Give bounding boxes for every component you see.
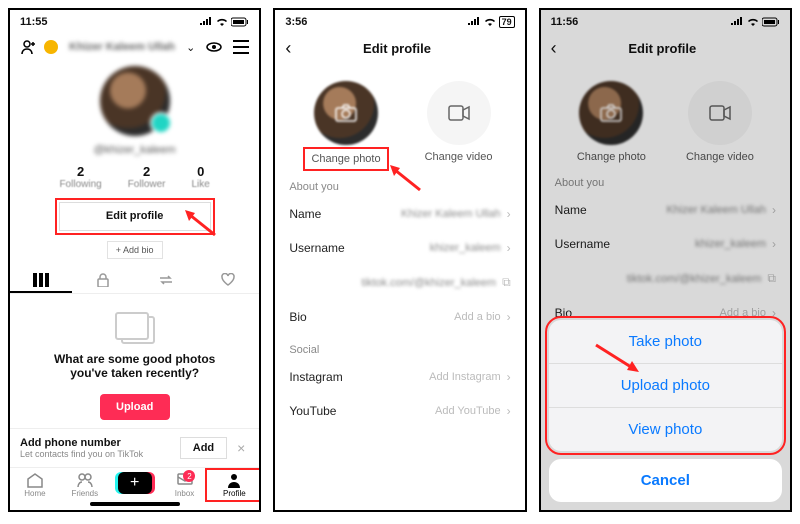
home-indicator xyxy=(90,502,180,506)
chevron-right-icon: › xyxy=(507,404,511,418)
video-icon xyxy=(448,105,470,121)
signal-icon xyxy=(199,17,213,27)
back-icon[interactable]: ‹ xyxy=(285,38,291,59)
chevron-down-icon[interactable]: ⌄ xyxy=(186,41,195,54)
battery-icon xyxy=(231,17,249,27)
chevron-right-icon: › xyxy=(507,207,511,221)
wifi-icon xyxy=(746,17,760,27)
stat-follower[interactable]: 2Follower xyxy=(128,164,166,190)
sheet-cancel[interactable]: Cancel xyxy=(549,459,782,502)
add-bio-button[interactable]: + Add bio xyxy=(107,241,163,259)
profile-tabs xyxy=(10,267,259,294)
copy-icon: ⧉ xyxy=(502,275,511,290)
avatar[interactable] xyxy=(100,66,170,136)
upload-button[interactable]: Upload xyxy=(100,394,170,420)
change-video-button[interactable]: Change video xyxy=(686,81,754,163)
tab-home[interactable]: Home xyxy=(10,472,60,498)
status-bar: 3:56 79 xyxy=(275,10,524,34)
change-video-label: Change video xyxy=(425,151,493,163)
wifi-icon xyxy=(483,17,497,27)
change-photo-button[interactable]: Change photo xyxy=(307,81,384,167)
signal-icon xyxy=(467,17,481,27)
inbox-badge: 2 xyxy=(183,470,195,482)
video-icon xyxy=(709,105,731,121)
edit-profile-button[interactable]: Edit profile xyxy=(59,202,211,232)
row-name[interactable]: NameKhizer Kaleem Ullah› xyxy=(541,193,790,227)
change-photo-button[interactable]: Change photo xyxy=(577,81,646,163)
change-photo-label: Change photo xyxy=(307,151,384,167)
tab-reposts[interactable] xyxy=(135,267,197,293)
tab-bar: Home Friends + 2Inbox Profile xyxy=(10,467,259,500)
change-video-label: Change video xyxy=(686,151,754,163)
page-title: Edit profile xyxy=(297,41,496,56)
sheet-upload-photo[interactable]: Upload photo xyxy=(549,364,782,408)
row-username[interactable]: Usernamekhizer_kaleem› xyxy=(541,227,790,261)
camera-icon xyxy=(600,104,622,122)
handle: @khizer_kaleem xyxy=(10,144,259,156)
image-placeholder-icon xyxy=(115,312,155,344)
chevron-right-icon: › xyxy=(507,310,511,324)
change-video-button[interactable]: Change video xyxy=(425,81,493,167)
camera-icon xyxy=(335,104,357,122)
status-icons xyxy=(199,17,249,27)
row-bio[interactable]: BioAdd a bio› xyxy=(275,300,524,334)
stat-following[interactable]: 2Following xyxy=(59,164,101,190)
row-youtube[interactable]: YouTubeAdd YouTube› xyxy=(275,394,524,428)
row-name[interactable]: NameKhizer Kaleem Ullah› xyxy=(275,197,524,231)
battery-icon: 79 xyxy=(499,16,515,28)
add-friend-icon[interactable] xyxy=(20,38,38,56)
stats: 2Following 2Follower 0Like xyxy=(10,164,259,190)
tab-private[interactable] xyxy=(72,267,134,293)
coin-icon[interactable] xyxy=(44,40,58,54)
sheet-take-photo[interactable]: Take photo xyxy=(549,320,782,364)
username-dropdown[interactable]: Khizer Kaleem Ullah xyxy=(64,41,180,53)
section-about: About you xyxy=(541,167,790,193)
status-icons xyxy=(730,17,780,27)
tab-liked[interactable] xyxy=(197,267,259,293)
clock: 11:55 xyxy=(20,16,48,28)
back-icon[interactable]: ‹ xyxy=(551,38,557,59)
wifi-icon xyxy=(215,17,229,27)
clock: 11:56 xyxy=(551,16,579,28)
stat-like[interactable]: 0Like xyxy=(192,164,210,190)
eye-icon[interactable] xyxy=(205,38,223,56)
chevron-right-icon: › xyxy=(507,241,511,255)
row-link[interactable]: tiktok.com/@khizer_kaleem⧉ xyxy=(275,265,524,300)
banner-sub: Let contacts find you on TikTok xyxy=(20,449,174,459)
section-about: About you xyxy=(275,171,524,197)
row-username[interactable]: Usernamekhizer_kaleem› xyxy=(275,231,524,265)
action-sheet: Take photo Upload photo View photo Cance… xyxy=(549,320,782,502)
menu-icon[interactable] xyxy=(233,40,249,54)
signal-icon xyxy=(730,17,744,27)
status-bar: 11:56 xyxy=(541,10,790,34)
sheet-view-photo[interactable]: View photo xyxy=(549,408,782,451)
tab-friends[interactable]: Friends xyxy=(60,472,110,498)
battery-icon xyxy=(762,17,780,27)
page-title: Edit profile xyxy=(563,41,762,56)
tab-create[interactable]: + xyxy=(110,472,160,498)
banner-add-button[interactable]: Add xyxy=(180,437,227,459)
banner-close-icon[interactable]: × xyxy=(233,440,249,456)
tab-feed[interactable] xyxy=(10,267,72,293)
clock: 3:56 xyxy=(285,16,307,28)
status-icons: 79 xyxy=(467,16,515,28)
prompt-text: What are some good photos you've taken r… xyxy=(40,352,229,380)
status-bar: 11:55 xyxy=(10,10,259,34)
change-photo-label: Change photo xyxy=(577,151,646,163)
tab-inbox[interactable]: 2Inbox xyxy=(160,472,210,498)
add-badge-icon[interactable] xyxy=(150,112,172,134)
row-instagram[interactable]: InstagramAdd Instagram› xyxy=(275,360,524,394)
chevron-right-icon: › xyxy=(507,370,511,384)
section-social: Social xyxy=(275,334,524,360)
tab-profile[interactable]: Profile xyxy=(209,472,259,498)
row-link[interactable]: tiktok.com/@khizer_kaleem⧉ xyxy=(541,261,790,296)
banner-title: Add phone number xyxy=(20,437,174,449)
